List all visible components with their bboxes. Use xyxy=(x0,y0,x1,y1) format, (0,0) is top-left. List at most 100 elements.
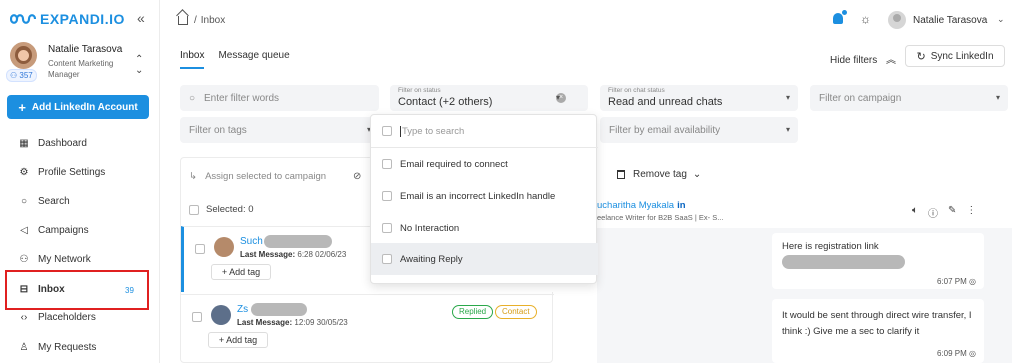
chevron-down-icon: ▾ xyxy=(785,125,790,134)
checkbox[interactable] xyxy=(382,126,392,136)
seen-icon: ◎ xyxy=(969,349,976,358)
checkbox[interactable] xyxy=(382,254,392,264)
add-tag-button[interactable]: + Add tag xyxy=(211,264,271,280)
dropdown-option[interactable]: Email required to connect xyxy=(371,148,598,180)
chat-contact-name[interactable]: ucharitha Myakala in xyxy=(597,200,723,211)
selected-count: Selected: 0 xyxy=(206,204,254,215)
table-row[interactable]: Zs Last Message: 12:09 30/05/23 Replied … xyxy=(181,294,554,360)
dropdown-option[interactable]: Awaiting Reply xyxy=(371,243,598,275)
checkbox[interactable] xyxy=(382,223,392,233)
status-badge-contact: Contact xyxy=(495,305,537,319)
dropdown-search[interactable]: Type to search xyxy=(371,115,598,147)
hide-filters-button[interactable]: Hide filters ︽ xyxy=(830,51,896,66)
add-linkedin-account-label: Add LinkedIn Account xyxy=(31,101,138,113)
chat-status-filter-label: Filter on chat status xyxy=(608,87,665,94)
chat-header: ucharitha Myakala in eelance Writer for B… xyxy=(597,200,723,222)
search-icon: ○ xyxy=(20,195,28,207)
status-filter-dropdown: Type to search Email required to connect… xyxy=(370,114,598,284)
linkedin-icon[interactable]: in xyxy=(677,200,685,211)
theme-toggle-icon[interactable]: ☼ xyxy=(860,12,871,26)
message-time-text: 6:07 PM xyxy=(936,277,967,286)
dropdown-search-input[interactable]: Type to search xyxy=(400,125,464,137)
sidebar-item-my-network[interactable]: ⚇ My Network xyxy=(18,249,91,269)
chevron-updown-icon[interactable]: ⌃ ⌄ xyxy=(135,54,143,76)
checkbox[interactable] xyxy=(382,159,392,169)
tab-message-queue[interactable]: Message queue xyxy=(218,50,289,69)
infinity-logo-icon xyxy=(10,14,36,24)
profile-card[interactable]: ⚇ 357 Natalie Tarasova Content Marketing… xyxy=(6,42,155,82)
profile-name: Natalie Tarasova xyxy=(48,44,123,55)
campaign-filter-placeholder: Filter on campaign xyxy=(819,93,902,104)
chat-status-filter-value: Read and unread chats xyxy=(608,96,723,108)
message-time: 6:07 PM ◎ xyxy=(937,277,976,286)
contact-name[interactable]: Such xyxy=(240,236,263,247)
option-label: Email is an incorrect LinkedIn handle xyxy=(400,190,556,202)
chevron-down-icon: ⌄ xyxy=(692,169,702,180)
sidebar-item-inbox[interactable]: ⊟ Inbox xyxy=(18,279,65,299)
chevron-down-icon[interactable]: ⌄ xyxy=(997,14,1005,25)
status-badge-replied: Replied xyxy=(452,305,494,319)
sidebar-item-label: Profile Settings xyxy=(38,166,106,178)
email-filter-placeholder: Filter by email availability xyxy=(609,125,721,136)
sidebar-item-profile-settings[interactable]: ⚙ Profile Settings xyxy=(18,162,106,182)
add-linkedin-account-button[interactable]: + Add LinkedIn Account xyxy=(7,95,149,119)
sidebar-item-campaigns[interactable]: ◁ Campaigns xyxy=(18,220,89,240)
chevron-up-double-icon: ︽ xyxy=(886,55,897,66)
inbox-icon: ⊟ xyxy=(19,283,29,295)
sync-linkedin-button[interactable]: ↻ Sync LinkedIn xyxy=(905,45,1005,67)
eye-off-icon[interactable]: ⊘ xyxy=(353,171,361,182)
row-checkbox[interactable] xyxy=(195,244,205,254)
campaign-filter-select[interactable]: Filter on campaign ▾ xyxy=(810,85,1008,111)
checkbox[interactable] xyxy=(189,204,199,215)
edit-icon[interactable]: ✎ xyxy=(948,205,956,220)
notification-bell-icon[interactable] xyxy=(833,10,847,24)
sidebar-item-label: Campaigns xyxy=(38,224,89,236)
status-filter-select[interactable]: Filter on status Contact (+2 others) × ▾ xyxy=(390,85,588,111)
assign-to-campaign-button[interactable]: ↳ Assign selected to campaign xyxy=(189,171,326,182)
volume-icon[interactable]: 🔈︎ xyxy=(912,205,918,220)
email-availability-filter-select[interactable]: Filter by email availability ▾ xyxy=(600,117,798,143)
message-bubble: It would be sent through direct wire tra… xyxy=(772,299,984,363)
remove-tag-button[interactable]: Remove tag ⌄ xyxy=(617,169,701,180)
select-all-checkbox[interactable]: Selected: 0 xyxy=(189,204,254,215)
megaphone-icon: ◁ xyxy=(20,224,28,236)
sidebar-item-label: Placeholders xyxy=(38,311,96,323)
user-avatar[interactable] xyxy=(888,11,906,29)
sidebar-item-search[interactable]: ○ Search xyxy=(18,191,70,211)
code-icon: ‹› xyxy=(20,311,28,323)
sidebar-item-placeholders[interactable]: ‹› Placeholders xyxy=(18,307,96,327)
collapse-sidebar-icon[interactable]: « xyxy=(137,10,145,26)
dropdown-option[interactable]: Email is an incorrect LinkedIn handle xyxy=(371,180,598,212)
search-filter-input[interactable]: ○ Enter filter words xyxy=(180,85,379,111)
info-icon[interactable]: ⓘ xyxy=(928,205,938,220)
chat-status-filter-select[interactable]: Filter on chat status Read and unread ch… xyxy=(600,85,798,111)
tags-filter-select[interactable]: Filter on tags ▾ xyxy=(180,117,379,143)
search-filter-placeholder: Enter filter words xyxy=(204,93,280,104)
contact-name[interactable]: Zs xyxy=(237,304,248,315)
status-filter-value: Contact (+2 others) xyxy=(398,96,493,108)
last-message-time: 12:09 30/05/23 xyxy=(294,318,348,327)
brand-name: EXPANDI.IO xyxy=(40,11,125,27)
chevron-down-icon: ▾ xyxy=(995,93,1000,102)
more-vertical-icon[interactable]: ⋮ xyxy=(966,205,976,220)
chevron-down-icon: ▾ xyxy=(555,93,560,102)
connections-count: 357 xyxy=(19,71,33,80)
sidebar-item-dashboard[interactable]: ▦ Dashboard xyxy=(18,133,87,153)
brand-logo[interactable]: EXPANDI.IO xyxy=(10,10,125,28)
home-icon[interactable] xyxy=(178,16,188,25)
redacted-name xyxy=(264,235,332,248)
top-bar: / Inbox ☼ Natalie Tarasova ⌄ xyxy=(161,0,1024,42)
sidebar-item-label: Inbox xyxy=(38,283,65,295)
breadcrumb-current: Inbox xyxy=(200,15,226,26)
user-name[interactable]: Natalie Tarasova xyxy=(913,15,987,26)
row-checkbox[interactable] xyxy=(192,312,202,322)
add-tag-button[interactable]: + Add tag xyxy=(208,332,268,348)
sidebar-item-my-requests[interactable]: ♙ My Requests xyxy=(18,337,97,357)
message-bubble: Here is registration link 6:07 PM ◎ xyxy=(772,233,984,289)
sidebar-item-label: My Network xyxy=(38,253,91,265)
dropdown-option[interactable]: No Interaction xyxy=(371,212,598,244)
person-request-icon: ♙ xyxy=(19,341,29,353)
option-label: Email required to connect xyxy=(400,158,508,170)
tab-inbox[interactable]: Inbox xyxy=(180,50,205,69)
checkbox[interactable] xyxy=(382,191,392,201)
